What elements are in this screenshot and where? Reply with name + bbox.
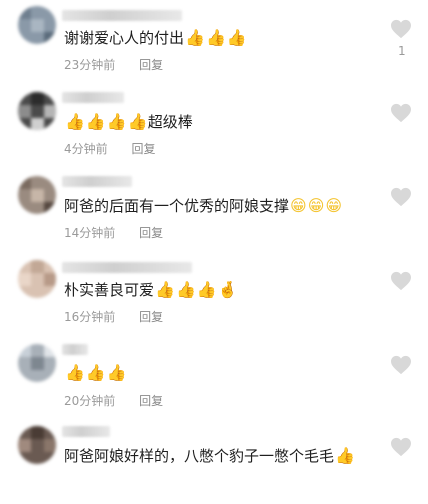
thumbs-up-emoji: 👍 (155, 280, 175, 299)
thumbs-up-emoji: 👍 (185, 28, 205, 47)
comment-meta: 20分钟前 回复 (64, 392, 163, 409)
username[interactable] (62, 10, 182, 21)
comment-time: 4分钟前 (64, 142, 108, 156)
comment-text-label: 阿爸的后面有一个优秀的阿娘支撑 (64, 197, 290, 215)
thumbs-up-emoji: 👍 (335, 446, 355, 465)
reply-button[interactable]: 回复 (139, 310, 163, 324)
comment-meta: 14分钟前 回复 (64, 224, 163, 241)
comment-time: 16分钟前 (64, 310, 116, 324)
comment-item: 阿爸的后面有一个优秀的阿娘支撑 😁 😁 😁 14分钟前 回复 (0, 168, 428, 252)
username[interactable] (62, 92, 124, 103)
comment-item: 👍 👍 👍 20分钟前 回复 (0, 336, 428, 420)
comment-text: 👍 👍 👍 👍 超级棒 (64, 112, 193, 132)
username[interactable] (62, 344, 88, 355)
username[interactable] (62, 262, 192, 273)
comment-text: 朴实善良可爱 👍 👍 👍 🤞 (64, 280, 238, 300)
thumbs-up-emoji: 👍 (85, 112, 106, 131)
grin-emoji: 😁 (325, 196, 343, 215)
comment-text: 谢谢爱心人的付出 👍 👍 👍 (64, 28, 247, 48)
comment-text: 👍 👍 👍 (64, 364, 127, 382)
username[interactable] (62, 426, 110, 437)
comment-meta: 23分钟前 回复 (64, 56, 163, 73)
username[interactable] (62, 176, 132, 187)
avatar[interactable] (18, 6, 56, 44)
heart-outline-icon[interactable] (390, 271, 412, 291)
thumbs-up-emoji: 👍 (106, 363, 127, 382)
comment-item: 谢谢爱心人的付出 👍 👍 👍 23分钟前 回复 1 (0, 0, 428, 84)
heart-outline-icon[interactable] (390, 437, 412, 457)
comment-item: 朴实善良可爱 👍 👍 👍 🤞 16分钟前 回复 (0, 252, 428, 336)
reply-button[interactable]: 回复 (139, 58, 163, 72)
avatar[interactable] (18, 426, 56, 464)
thumbs-up-emoji: 👍 (196, 280, 217, 299)
thumbs-up-emoji: 👍 (226, 28, 247, 47)
comment-text-label: 谢谢爱心人的付出 (64, 29, 185, 47)
avatar[interactable] (18, 176, 56, 214)
comment-text: 阿爸阿娘好样的，八憋个豹子一憋个毛毛 👍 (64, 446, 355, 466)
avatar[interactable] (18, 92, 56, 130)
grin-emoji: 😁 (307, 196, 325, 215)
heart-outline-icon[interactable] (390, 355, 412, 375)
heart-outline-icon[interactable] (390, 103, 412, 123)
thumbs-up-emoji: 👍 (65, 363, 85, 382)
avatar[interactable] (18, 344, 56, 382)
thumbs-up-emoji: 👍 (205, 28, 226, 47)
thumbs-up-emoji: 👍 (127, 112, 148, 131)
grin-emoji: 😁 (290, 196, 307, 215)
comment-time: 14分钟前 (64, 226, 116, 240)
like-count: 1 (398, 44, 406, 58)
thumbs-up-emoji: 👍 (175, 280, 196, 299)
reply-button[interactable]: 回复 (139, 394, 163, 408)
thumbs-up-emoji: 👍 (65, 112, 85, 131)
comment-item: 阿爸阿娘好样的，八憋个豹子一憋个毛毛 👍 (0, 420, 428, 504)
comment-item: 👍 👍 👍 👍 超级棒 4分钟前 回复 (0, 84, 428, 168)
avatar[interactable] (18, 260, 56, 298)
heart-outline-icon[interactable] (390, 187, 412, 207)
thumbs-up-emoji: 👍 (106, 112, 127, 131)
comment-meta: 4分钟前 回复 (64, 140, 155, 157)
comment-text-label: 阿爸阿娘好样的，八憋个豹子一憋个毛毛 (64, 447, 335, 465)
heart-outline-icon[interactable] (390, 19, 412, 39)
comment-time: 20分钟前 (64, 394, 116, 408)
reply-button[interactable]: 回复 (131, 142, 155, 156)
comment-text-label: 朴实善良可爱 (64, 281, 155, 299)
crossed-fingers-emoji: 🤞 (217, 280, 238, 299)
thumbs-up-emoji: 👍 (85, 363, 106, 382)
comment-text-label: 超级棒 (147, 113, 193, 131)
reply-button[interactable]: 回复 (139, 226, 163, 240)
comment-time: 23分钟前 (64, 58, 116, 72)
comment-meta: 16分钟前 回复 (64, 308, 163, 325)
comment-text: 阿爸的后面有一个优秀的阿娘支撑 😁 😁 😁 (64, 196, 342, 216)
